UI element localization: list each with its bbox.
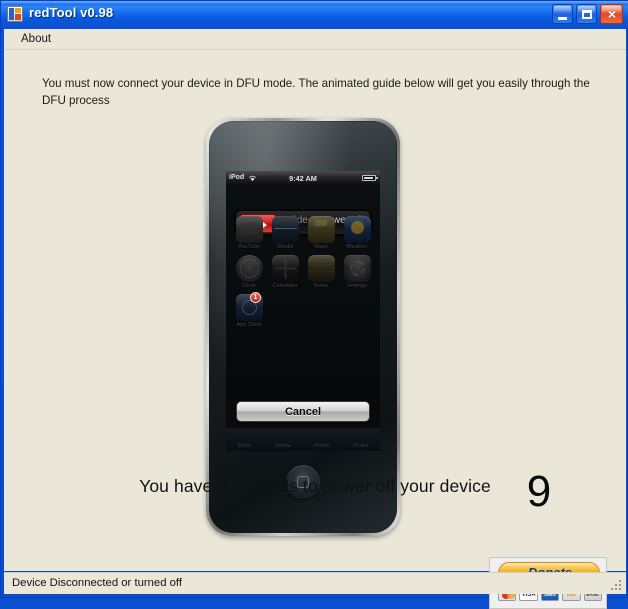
cancel-button[interactable]: Cancel (236, 401, 370, 422)
app-icon-grid: YouTube Stocks Maps Weather Clock Calcul… (231, 216, 375, 328)
cancel-area: Cancel (226, 398, 380, 428)
clock-icon (235, 255, 263, 282)
notification-badge: 1 (250, 292, 261, 303)
weather-icon (343, 216, 371, 243)
maps-icon (307, 216, 335, 243)
minimize-button[interactable] (552, 4, 573, 24)
app-label: Notes (313, 283, 329, 289)
instructions-text: You must now connect your device in DFU … (42, 77, 590, 107)
maximize-icon (582, 10, 592, 19)
app-icon-maps[interactable]: Maps (303, 216, 339, 250)
notes-icon (307, 255, 335, 282)
dock-label: Music (237, 443, 252, 449)
app-label: Weather (346, 244, 368, 250)
app-label: Maps (314, 244, 328, 250)
ipod-device-illustration: iPod 9:42 AM slide to power off (206, 118, 400, 536)
ios-dock: Music Videos Photos iTunes (226, 428, 380, 451)
app-icon-stocks[interactable]: Stocks (267, 216, 303, 250)
close-icon: × (607, 6, 617, 22)
youtube-icon (235, 216, 263, 243)
stocks-icon (271, 216, 299, 243)
app-icon-youtube[interactable]: YouTube (231, 216, 267, 250)
app-label: Stocks (276, 244, 294, 250)
app-label: YouTube (238, 244, 260, 250)
calculator-icon (271, 255, 299, 282)
form-icon (7, 6, 23, 22)
app-icon-notes[interactable]: Notes (303, 255, 339, 289)
client-area: You must now connect your device in DFU … (4, 50, 626, 609)
dock-label: Photos (313, 443, 330, 449)
settings-icon (343, 255, 371, 282)
app-label: Clock (242, 283, 256, 289)
close-button[interactable]: × (600, 4, 623, 24)
app-icon-settings[interactable]: Settings (339, 255, 375, 289)
app-label: Calculator (272, 283, 298, 289)
battery-icon (362, 175, 378, 181)
window-title: redTool v0.98 (29, 5, 114, 20)
springboard: slide to power off YouTube Stocks (226, 184, 380, 451)
app-icon-clock[interactable]: Clock (231, 255, 267, 289)
app-label: App Store (236, 322, 262, 328)
status-text: Device Disconnected or turned off (12, 577, 182, 589)
application-window: redTool v0.98 × About You must now conne… (0, 0, 628, 609)
countdown-message: You have 9 seconds to power off your dev… (139, 476, 491, 496)
clock-label: 9:42 AM (289, 174, 317, 183)
menu-bar: About (4, 29, 626, 50)
device-screen: iPod 9:42 AM slide to power off (226, 171, 380, 451)
status-bar: Device Disconnected or turned off (4, 572, 626, 594)
app-icon-calculator[interactable]: Calculator (267, 255, 303, 289)
dock-label: Videos (274, 443, 291, 449)
minimize-icon (558, 17, 567, 20)
dock-label: iTunes (352, 443, 369, 449)
maximize-button[interactable] (576, 4, 597, 24)
ios-status-bar: iPod 9:42 AM (226, 171, 380, 184)
app-label: Settings (346, 283, 368, 289)
app-icon-weather[interactable]: Weather (339, 216, 375, 250)
menu-item-about[interactable]: About (15, 32, 57, 46)
resize-grip[interactable] (609, 578, 623, 592)
app-icon-appstore[interactable]: 1 App Store (231, 292, 267, 328)
title-bar[interactable]: redTool v0.98 × (1, 1, 628, 28)
